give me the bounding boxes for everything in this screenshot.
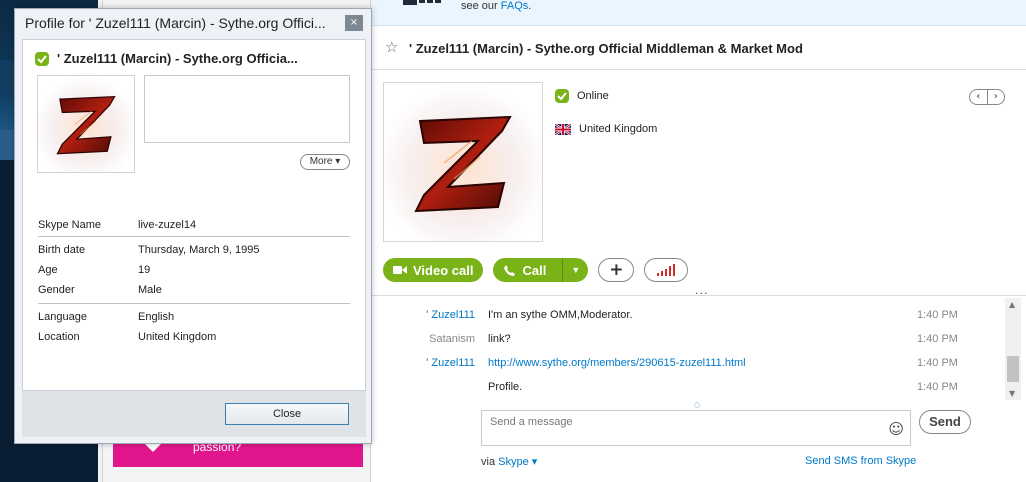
phone-icon: [504, 264, 516, 276]
message-text: Profile.: [488, 381, 523, 393]
profile-avatar: [37, 75, 135, 173]
divider: [38, 303, 350, 304]
call-button[interactable]: Call ▼: [493, 258, 589, 282]
scroll-up-icon[interactable]: ▲: [1009, 300, 1015, 309]
field-value: live-zuzel14: [138, 219, 197, 231]
profile-name-row: ' Zuzel111 (Marcin) - Sythe.org Officia.…: [35, 51, 298, 66]
pager-next-button[interactable]: ›: [988, 90, 1005, 104]
send-button[interactable]: Send: [919, 410, 971, 434]
faq-text: see our FAQs.: [461, 0, 532, 12]
dialog-footer: Close: [22, 391, 366, 437]
field-value: English: [138, 311, 175, 323]
pager-prev-button[interactable]: ‹: [970, 90, 988, 104]
message-sender[interactable]: ' Zuzel111: [426, 309, 475, 321]
favorite-star-icon[interactable]: ☆: [385, 38, 398, 56]
signal-bars-icon: [657, 264, 676, 276]
call-actions: Video call Call ▼ +: [383, 258, 689, 282]
chat-scrollbar[interactable]: ▲ ▼: [1005, 298, 1021, 400]
call-label: Call: [522, 262, 547, 278]
message-sender[interactable]: ' Zuzel111: [426, 357, 475, 369]
profile-dialog: Profile for ' Zuzel111 (Marcin) - Sythe.…: [14, 8, 372, 444]
message-time: 1:40 PM: [917, 333, 958, 345]
chat-message: Satanism link? 1:40 PM: [371, 333, 1011, 353]
via-selector: via Skype ▾: [481, 456, 538, 468]
field-label: Skype Name: [38, 219, 101, 231]
chat-message: ' Zuzel111 http://www.sythe.org/members/…: [371, 357, 1011, 377]
resize-grip-icon[interactable]: ○: [694, 401, 700, 409]
field-value: Thursday, March 9, 1995: [138, 244, 260, 256]
faq-link[interactable]: FAQs: [501, 0, 529, 12]
scroll-thumb[interactable]: [1007, 356, 1019, 382]
location-row: United Kingdom: [555, 123, 657, 135]
uk-flag-icon: [555, 123, 571, 135]
keyboard-icon: [403, 0, 445, 6]
emoticon-icon[interactable]: ☺: [888, 420, 904, 438]
divider: [38, 236, 350, 237]
profile-panel: ' Zuzel111 (Marcin) - Sythe.org Officia.…: [22, 39, 366, 391]
message-text: link?: [488, 333, 511, 345]
send-sms-link[interactable]: Send SMS from Skype: [805, 455, 916, 467]
profile-display-name: ' Zuzel111 (Marcin) - Sythe.org Officia.…: [57, 51, 298, 66]
status-text: Online: [577, 90, 609, 102]
close-icon[interactable]: ×: [345, 15, 363, 31]
field-label: Language: [38, 311, 87, 323]
dialog-title: Profile for ' Zuzel111 (Marcin) - Sythe.…: [25, 15, 326, 31]
scroll-down-icon[interactable]: ▼: [1009, 389, 1015, 398]
field-value: United Kingdom: [138, 331, 217, 343]
z-logo-image: [384, 83, 542, 241]
faq-bar: see our FAQs.: [371, 0, 1026, 26]
field-value: 19: [138, 264, 151, 276]
message-input[interactable]: [490, 416, 870, 428]
message-time: 1:40 PM: [917, 357, 958, 369]
via-skype-dropdown[interactable]: Skype ▾: [498, 456, 537, 468]
field-label: Gender: [38, 284, 75, 296]
location-text: United Kingdom: [579, 123, 658, 135]
close-button[interactable]: Close: [225, 403, 349, 425]
conversation-title: ' Zuzel111 (Marcin) - Sythe.org Official…: [409, 41, 803, 56]
message-link[interactable]: http://www.sythe.org/members/290615-zuze…: [488, 357, 746, 369]
video-call-label: Video call: [413, 262, 474, 278]
message-text: I'm an sythe OMM,Moderator.: [488, 309, 633, 321]
mood-message-box: [144, 75, 350, 143]
z-logo-image: [38, 76, 134, 172]
video-call-button[interactable]: Video call: [383, 258, 484, 282]
message-input-box[interactable]: ☺: [481, 410, 911, 446]
chevron-down-icon[interactable]: ▼: [562, 258, 588, 282]
call-quality-button[interactable]: [644, 258, 689, 282]
online-status-icon: [35, 51, 49, 66]
conversation-header: ☆ ' Zuzel111 (Marcin) - Sythe.org Offici…: [371, 26, 1026, 70]
video-camera-icon: [393, 266, 407, 274]
chat-message: Profile. 1:40 PM: [371, 381, 1011, 401]
message-sender[interactable]: Satanism: [429, 333, 475, 345]
online-status-icon: [555, 89, 569, 103]
field-label: Age: [38, 264, 58, 276]
presence-row: Online: [555, 89, 609, 103]
chat-message: ' Zuzel111 I'm an sythe OMM,Moderator. 1…: [371, 309, 1011, 329]
message-time: 1:40 PM: [917, 381, 958, 393]
profile-pager: ‹ ›: [969, 89, 1005, 105]
field-label: Location: [38, 331, 80, 343]
more-button[interactable]: More ▾: [300, 154, 350, 170]
field-label: Birth date: [38, 244, 86, 256]
add-button[interactable]: +: [598, 258, 635, 282]
message-time: 1:40 PM: [917, 309, 958, 321]
field-value: Male: [138, 284, 162, 296]
contact-avatar[interactable]: [383, 82, 543, 242]
chat-history: ' Zuzel111 I'm an sythe OMM,Moderator. 1…: [371, 295, 1026, 403]
